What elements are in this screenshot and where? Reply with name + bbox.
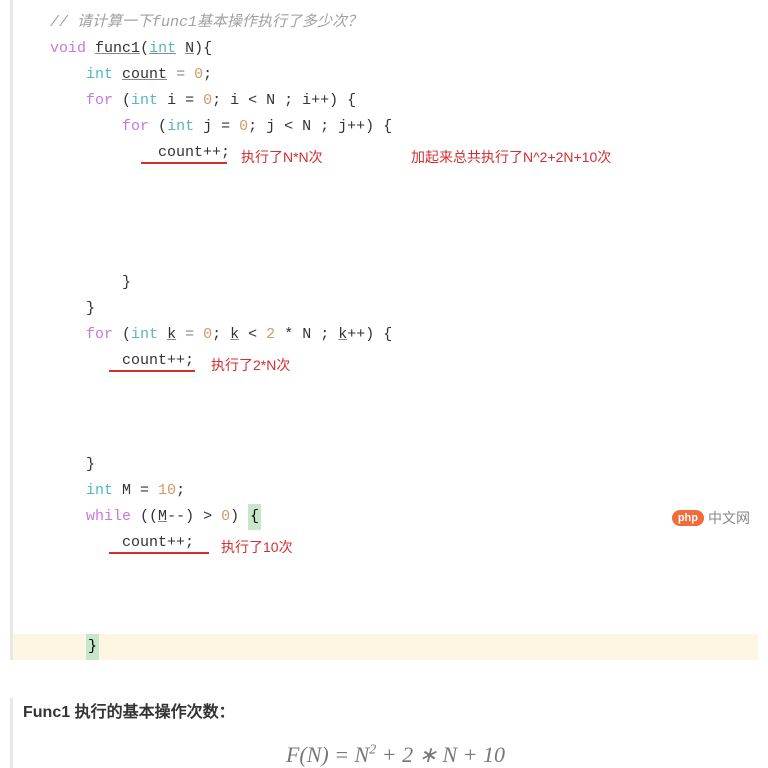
underline-3	[109, 552, 209, 554]
var-count: count	[122, 66, 167, 83]
kw-while: while	[86, 508, 131, 525]
type-int: int	[131, 326, 158, 343]
annotation-nn: 执行了N*N次	[241, 144, 323, 170]
for-k: for (int k = 0; k < 2 * N ; k++) {	[23, 322, 758, 348]
semi: ;	[212, 326, 230, 343]
cond: ; j < N ; j++) {	[248, 118, 392, 135]
formula-exp: 2	[369, 743, 376, 758]
formula-rhs: + 2 ∗ N + 10	[376, 742, 505, 767]
brace: }	[122, 274, 131, 291]
brace-close-while: }	[13, 634, 758, 660]
var-k: k	[230, 326, 239, 343]
num-0: 0	[203, 92, 212, 109]
paren: (	[149, 118, 167, 135]
brace-highlight: }	[86, 634, 99, 660]
brace-close-j: }	[23, 270, 758, 296]
rest: * N ;	[275, 326, 338, 343]
var-k: k	[338, 326, 347, 343]
annotation-total: 加起来总共执行了N^2+2N+10次	[411, 144, 611, 170]
lt: <	[239, 326, 266, 343]
eq: =	[176, 326, 203, 343]
sp	[158, 326, 167, 343]
formula: F(N) = N2 + 2 ∗ N + 10	[23, 742, 768, 768]
var-i: i =	[158, 92, 203, 109]
kw-for: for	[86, 92, 113, 109]
annotation-10: 执行了10次	[221, 534, 293, 560]
dec: --) >	[167, 508, 221, 525]
eq: =	[167, 66, 194, 83]
brace-open: {	[203, 40, 212, 57]
fn-signature: void func1(int N){	[23, 36, 758, 62]
watermark-badge: php	[672, 510, 704, 526]
annotation-2n: 执行了2*N次	[211, 352, 290, 378]
stmt: count++;	[122, 352, 194, 369]
for-j: for (int j = 0; j < N ; j++) {	[23, 114, 758, 140]
kw-for: for	[122, 118, 149, 135]
count-inc-2: count++; 执行了2*N次	[23, 348, 758, 452]
underline-2	[109, 370, 195, 372]
var-j: j =	[194, 118, 239, 135]
type-int: int	[131, 92, 158, 109]
kw-void: void	[50, 40, 86, 57]
underline-1	[141, 162, 227, 164]
num-0: 0	[203, 326, 212, 343]
paren-close: )	[230, 508, 248, 525]
brace-highlight: {	[248, 504, 261, 530]
formula-lhs: F(N) = N	[286, 742, 369, 767]
comment-text: // 请计算一下func1基本操作执行了多少次？	[50, 14, 362, 31]
num-0: 0	[239, 118, 248, 135]
brace-close-i: }	[23, 296, 758, 322]
var-m: M	[158, 508, 167, 525]
decl-m: int M = 10;	[23, 478, 758, 504]
summary-title: Func1 执行的基本操作次数：	[23, 698, 768, 722]
paren: (	[113, 326, 131, 343]
for-i: for (int i = 0; i < N ; i++) {	[23, 88, 758, 114]
num-0: 0	[221, 508, 230, 525]
type-int: int	[167, 118, 194, 135]
type-int: int	[149, 40, 176, 57]
summary-section: Func1 执行的基本操作次数： F(N) = N2 + 2 ∗ N + 10	[10, 698, 768, 768]
type-int: int	[86, 482, 113, 499]
watermark-text: 中文网	[708, 508, 750, 528]
var-m: M =	[113, 482, 158, 499]
brace-close-k: }	[23, 452, 758, 478]
paren: ((	[131, 508, 158, 525]
cond: ; i < N ; i++) {	[212, 92, 356, 109]
stmt: count++;	[122, 534, 194, 551]
paren-close: )	[194, 40, 203, 57]
decl-count: int count = 0;	[23, 62, 758, 88]
fn-name: func1	[95, 40, 140, 57]
inc: ++) {	[347, 326, 392, 343]
stmt: count++;	[158, 144, 230, 161]
var-k: k	[167, 326, 176, 343]
brace: }	[86, 456, 95, 473]
param-n: N	[185, 40, 194, 57]
kw-for: for	[86, 326, 113, 343]
paren-open: (	[140, 40, 149, 57]
watermark: php 中文网	[672, 508, 750, 528]
semi: ;	[176, 482, 185, 499]
count-inc-1: count++; 执行了N*N次 加起来总共执行了N^2+2N+10次	[23, 140, 758, 270]
num-0: 0	[194, 66, 203, 83]
paren: (	[113, 92, 131, 109]
brace: }	[86, 300, 95, 317]
num-2: 2	[266, 326, 275, 343]
count-inc-3: count++; 执行了10次	[23, 530, 758, 634]
num-10: 10	[158, 482, 176, 499]
code-block: // 请计算一下func1基本操作执行了多少次？ void func1(int …	[10, 0, 768, 660]
while-m: while ((M--) > 0) {	[23, 504, 758, 530]
code-comment: // 请计算一下func1基本操作执行了多少次？	[23, 10, 758, 36]
type-int: int	[86, 66, 113, 83]
semi: ;	[203, 66, 212, 83]
